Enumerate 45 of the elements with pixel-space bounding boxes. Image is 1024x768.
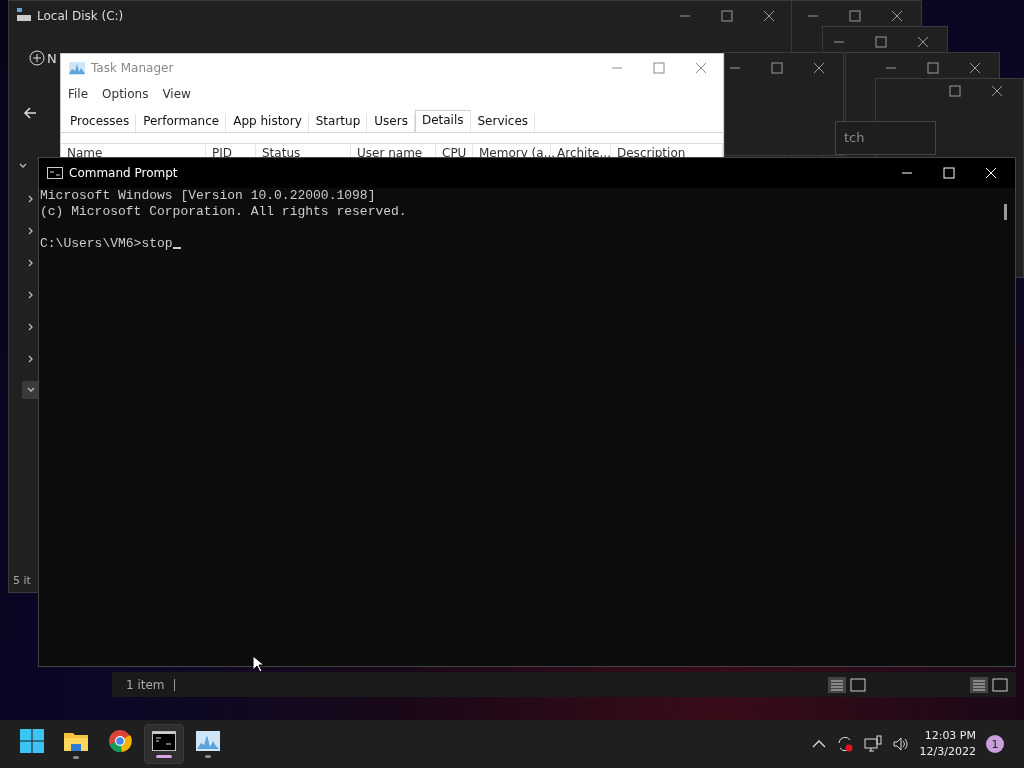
console-line: (c) Microsoft Corporation. All rights reserved. xyxy=(40,204,407,220)
taskbar-app[interactable] xyxy=(144,724,184,764)
add-icon[interactable] xyxy=(29,50,45,66)
back-arrow-icon[interactable] xyxy=(23,106,37,120)
terminal-icon xyxy=(47,167,63,179)
chevron-up-icon[interactable] xyxy=(811,739,826,749)
close-icon[interactable] xyxy=(891,10,903,22)
details-view-icon[interactable] xyxy=(828,676,846,693)
tab[interactable]: Details xyxy=(414,110,471,132)
close-icon[interactable] xyxy=(969,62,981,74)
chart-icon xyxy=(196,730,220,751)
close-icon[interactable] xyxy=(991,85,1003,97)
terminal-icon xyxy=(152,730,176,751)
window-title: Command Prompt xyxy=(69,166,178,180)
browser-icon xyxy=(108,728,132,753)
menu-item[interactable]: View xyxy=(162,87,191,101)
menu-item[interactable]: Options xyxy=(102,87,149,101)
status-text: 1 item xyxy=(126,677,165,692)
sync-icon[interactable] xyxy=(835,735,854,753)
network-icon[interactable] xyxy=(863,735,882,753)
volume-icon[interactable] xyxy=(891,735,910,753)
date-text: 12/3/2022 xyxy=(919,744,976,760)
close-icon[interactable] xyxy=(917,36,929,48)
command-line[interactable]: C:\Users\VM6>stop xyxy=(40,236,173,251)
preview-view-icon[interactable] xyxy=(992,677,1008,692)
menu-item[interactable]: File xyxy=(68,87,89,101)
search-field[interactable]: tch xyxy=(835,121,936,155)
window-title: Local Disk (C:) xyxy=(37,9,124,23)
drive-icon xyxy=(17,8,31,22)
scrollbar-thumb[interactable] xyxy=(1004,204,1007,220)
start-icon xyxy=(20,728,44,753)
console-line: Microsoft Windows [Version 10.0.22000.1098] xyxy=(40,188,376,204)
item-count: 5 it xyxy=(13,574,31,587)
notification-badge[interactable]: 1 xyxy=(986,735,1004,753)
chart-icon xyxy=(69,61,85,75)
text-cursor xyxy=(172,247,181,249)
clock[interactable]: 12:03 PM 12/3/2022 xyxy=(919,728,976,760)
close-icon[interactable] xyxy=(763,10,775,22)
time-text: 12:03 PM xyxy=(924,728,976,744)
window-title: Task Manager xyxy=(91,61,174,75)
close-icon[interactable] xyxy=(813,62,825,74)
new-label[interactable]: N xyxy=(47,51,57,66)
details-view-icon[interactable] xyxy=(970,676,988,693)
preview-view-icon[interactable] xyxy=(850,677,866,692)
search-placeholder: tch xyxy=(844,130,865,145)
